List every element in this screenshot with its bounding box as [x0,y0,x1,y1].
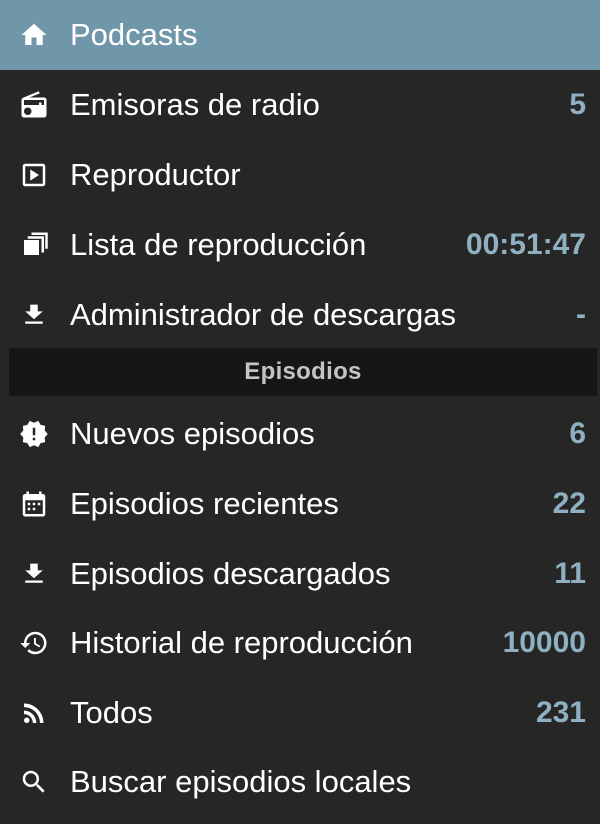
nav-item-podcasts[interactable]: Podcasts [0,0,600,70]
nav-item-count: 231 [535,696,586,729]
calendar-icon [18,488,50,520]
nav-item-radio[interactable]: Emisoras de radio 5 [0,70,600,140]
section-header-episodes: Episodios [9,348,597,396]
nav-item-label: Podcasts [70,17,198,52]
download-icon [18,558,50,590]
playlist-icon [18,229,50,261]
rss-icon [18,697,50,729]
nav-item-new-episodes[interactable]: Nuevos episodios 6 [0,399,600,469]
nav-item-label: Todos [70,695,153,730]
nav-item-label: Nuevos episodios [70,416,315,451]
nav-item-playlist[interactable]: Lista de reproducción 00:51:47 [0,210,600,280]
nav-item-count: 11 [554,557,586,590]
nav-item-label: Reproductor [70,157,241,192]
nav-item-count: 22 [552,487,586,520]
nav-item-player[interactable]: Reproductor [0,140,600,210]
navigation-drawer: Podcasts Emisoras de radio 5 Reproductor… [0,0,600,824]
home-icon [18,19,50,51]
alert-badge-icon [18,418,50,450]
section-title: Episodios [244,358,362,385]
nav-item-count: 10000 [502,626,586,659]
nav-item-label: Historial de reproducción [70,625,413,660]
play-box-icon [18,159,50,191]
search-icon [18,766,50,798]
nav-item-recent-episodes[interactable]: Episodios recientes 22 [0,469,600,539]
nav-item-all-episodes[interactable]: Todos 231 [0,678,600,748]
nav-item-label: Administrador de descargas [70,297,456,332]
nav-item-label: Emisoras de radio [70,87,320,122]
download-icon [18,299,50,331]
nav-item-search-local-episodes[interactable]: Buscar episodios locales [0,747,600,817]
history-icon [18,627,50,659]
nav-item-download-manager[interactable]: Administrador de descargas - [0,280,600,350]
nav-item-label: Lista de reproducción [70,227,367,262]
nav-item-count: 00:51:47 [465,228,586,261]
nav-item-label: Buscar episodios locales [70,764,412,799]
nav-item-downloaded-episodes[interactable]: Episodios descargados 11 [0,539,600,609]
nav-item-playback-history[interactable]: Historial de reproducción 10000 [0,608,600,678]
nav-item-count: 5 [569,88,586,121]
nav-item-count: - [576,298,586,331]
nav-item-count: 6 [569,417,586,450]
nav-item-label: Episodios descargados [70,556,391,591]
radio-icon [18,89,50,121]
nav-item-label: Episodios recientes [70,486,339,521]
